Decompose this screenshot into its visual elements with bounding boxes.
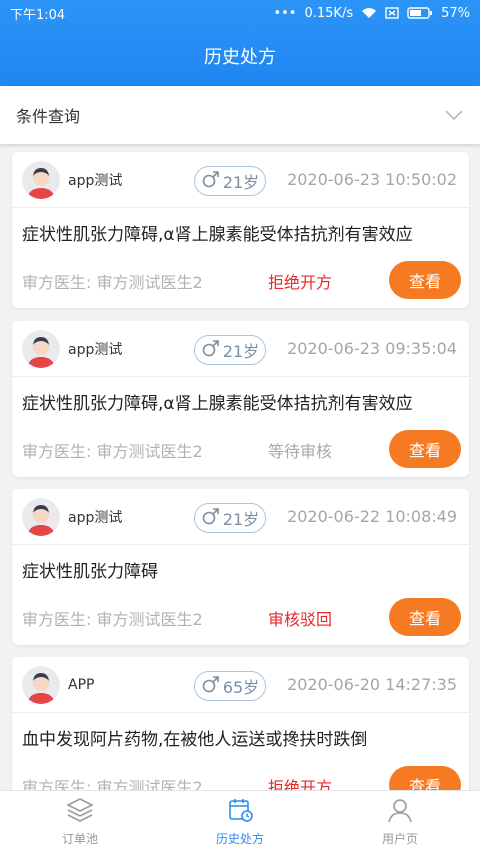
condition-query-bar[interactable]: 条件查询: [0, 86, 480, 144]
tab-order-pool[interactable]: 订单池: [0, 791, 160, 852]
tab-label: 历史处方: [215, 831, 264, 846]
male-icon: [201, 674, 221, 698]
patient-name: app测试: [68, 509, 123, 526]
condition-query-label: 条件查询: [16, 107, 81, 126]
view-button[interactable]: 查看: [389, 598, 461, 636]
avatar: [22, 160, 60, 199]
prescription-date: 2020-06-20 14:27:35: [287, 675, 457, 694]
card-header: app测试 21岁 2020-06-23 10:50:02: [12, 152, 469, 208]
status-bar: 下午1:04 ••• 0.15K/s 57%: [0, 0, 480, 26]
age-badge: 21岁: [194, 335, 266, 365]
diagnosis-text: 症状性肌张力障碍,α肾上腺素能受体拮抗剂有害效应: [22, 394, 413, 414]
patient-name: APP: [68, 676, 95, 693]
sim-icon: [385, 7, 399, 19]
diagnosis-text: 症状性肌张力障碍,α肾上腺素能受体拮抗剂有害效应: [22, 225, 413, 245]
app-header: 下午1:04 ••• 0.15K/s 57% 历史处方: [0, 0, 480, 86]
age-badge: 65岁: [194, 671, 266, 701]
diagnosis-text: 症状性肌张力障碍: [22, 562, 158, 582]
card-header: app测试 21岁 2020-06-22 10:08:49: [12, 489, 469, 545]
more-dots-icon: •••: [273, 5, 297, 21]
battery-percent: 57%: [441, 5, 470, 21]
avatar: [22, 497, 60, 536]
network-speed: 0.15K/s: [304, 5, 354, 21]
male-icon: [201, 506, 221, 530]
male-icon: [201, 169, 221, 193]
card-footer: 审方医生: 审方测试医生2 审核驳回 查看: [12, 589, 469, 645]
page-title: 历史处方: [204, 47, 276, 68]
user-icon: [386, 797, 414, 826]
bottom-tab-bar: 订单池 历史处方 用户页: [0, 790, 480, 852]
reviewing-doctor: 审方医生: 审方测试医生2: [22, 273, 203, 292]
patient-age: 65岁: [222, 678, 260, 697]
view-button[interactable]: 查看: [389, 430, 461, 468]
prescription-card[interactable]: app测试 21岁 2020-06-23 10:50:02 症状性肌张力障碍,α…: [12, 152, 469, 308]
status-icons: ••• 0.15K/s 57%: [273, 6, 470, 21]
wifi-icon: [361, 7, 377, 19]
patient-age: 21岁: [222, 173, 260, 192]
battery-icon: [407, 7, 433, 19]
reviewing-doctor: 审方医生: 审方测试医生2: [22, 610, 203, 629]
status-badge: 拒绝开方: [268, 273, 333, 292]
avatar: [22, 329, 60, 368]
chevron-down-icon[interactable]: [444, 106, 464, 125]
tab-label: 用户页: [381, 831, 418, 846]
tab-user-page[interactable]: 用户页: [320, 791, 480, 852]
age-badge: 21岁: [194, 503, 266, 533]
reviewing-doctor: 审方医生: 审方测试医生2: [22, 442, 203, 461]
prescription-card[interactable]: app测试 21岁 2020-06-23 09:35:04 症状性肌张力障碍,α…: [12, 321, 469, 477]
card-footer: 审方医生: 审方测试医生2 拒绝开方 查看: [12, 252, 469, 308]
status-badge: 审核驳回: [268, 610, 333, 629]
patient-name: app测试: [68, 172, 123, 189]
diagnosis-text: 血中发现阿片药物,在被他人运送或搀扶时跌倒: [22, 730, 368, 750]
card-header: app测试 21岁 2020-06-23 09:35:04: [12, 321, 469, 377]
prescription-date: 2020-06-22 10:08:49: [287, 507, 457, 526]
prescription-date: 2020-06-23 09:35:04: [287, 339, 457, 358]
patient-name: app测试: [68, 341, 123, 358]
status-time: 下午1:04: [10, 7, 66, 23]
patient-age: 21岁: [222, 510, 260, 529]
male-icon: [201, 338, 221, 362]
card-footer: 审方医生: 审方测试医生2 等待审核 查看: [12, 421, 469, 477]
prescription-card[interactable]: app测试 21岁 2020-06-22 10:08:49 症状性肌张力障碍 审…: [12, 489, 469, 645]
status-badge: 等待审核: [268, 442, 333, 461]
avatar: [22, 665, 60, 704]
layers-icon: [66, 797, 94, 826]
age-badge: 21岁: [194, 166, 266, 196]
card-header: APP 65岁 2020-06-20 14:27:35: [12, 657, 469, 713]
prescription-calendar-icon: [226, 797, 254, 826]
tab-history-prescription[interactable]: 历史处方: [160, 791, 320, 852]
prescription-date: 2020-06-23 10:50:02: [287, 170, 457, 189]
patient-age: 21岁: [222, 342, 260, 361]
tab-label: 订单池: [61, 831, 98, 846]
view-button[interactable]: 查看: [389, 261, 461, 299]
